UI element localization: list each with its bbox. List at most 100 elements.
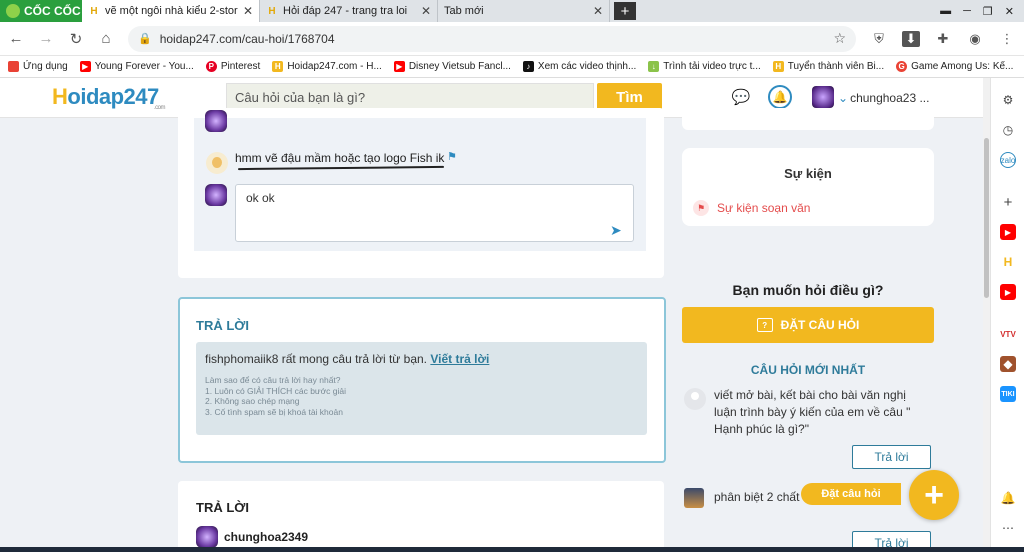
home-icon[interactable]: ⌂ [98, 30, 114, 47]
close-window-button[interactable]: ✕ [1005, 5, 1014, 18]
puzzle-extension-icon[interactable]: ✚ [934, 31, 952, 47]
close-tab-icon[interactable]: ✕ [421, 4, 431, 18]
bookmark-item[interactable]: ♪ Xem các video thịnh... [522, 61, 637, 72]
page-scrollbar[interactable] [983, 78, 990, 552]
reload-icon[interactable]: ↻ [68, 30, 84, 48]
browser-tab-2[interactable]: H Hỏi đáp 247 - trang tra loi ✕ [260, 0, 438, 22]
bookmark-item[interactable]: H Hoidap247.com - H... [272, 61, 382, 72]
hoidap-icon[interactable]: H [1000, 254, 1016, 270]
flag-icon: ⚑ [693, 200, 709, 216]
scrollbar-thumb[interactable] [984, 138, 989, 298]
minimize-button[interactable]: ─ [963, 5, 971, 17]
youtube-icon[interactable]: ▶ [1000, 224, 1016, 240]
bookmark-apps[interactable]: Ứng dụng [8, 61, 68, 72]
add-sidebar-icon[interactable]: + [1000, 194, 1016, 211]
window-extra-button[interactable]: ▬ [940, 5, 951, 17]
answer-heading: TRẢ LỜI [196, 318, 249, 333]
bookmarks-bar: Ứng dụng ▶ Young Forever - You... P Pinter… [0, 56, 1024, 78]
send-icon[interactable]: ➤ [610, 222, 622, 239]
question-icon: ? [756, 318, 773, 332]
reply-button[interactable]: Trả lời [852, 445, 931, 469]
bell-icon[interactable]: 🔔 [1000, 490, 1016, 506]
commenter-avatar [205, 110, 227, 132]
web-page: Hoidap247 .com Câu hỏi của bạn là gì? Tì… [0, 78, 990, 552]
ask-question-button[interactable]: ? ĐẶT CÂU HỎI [682, 307, 934, 343]
maximize-button[interactable]: ❐ [983, 5, 993, 18]
bookmark-label: Tuyển thành viên Bi... [787, 61, 885, 72]
game-icon[interactable]: ◆ [1000, 356, 1016, 372]
new-questions-title: CÂU HỎI MỚI NHẤT [750, 363, 866, 377]
youtube-icon: ▶ [79, 61, 91, 72]
download-icon[interactable]: ⬇ [902, 30, 920, 47]
settings-gear-icon[interactable]: ⚙ [1000, 92, 1016, 108]
chat-icon[interactable]: 💬 [731, 88, 751, 108]
browser-tab-3[interactable]: Tab mới ✕ [438, 0, 610, 22]
more-icon[interactable]: ⋯ [1000, 520, 1016, 536]
answerer-avatar [196, 526, 218, 548]
username: chunghoa23 ... [850, 91, 930, 105]
url-text: hoidap247.com/cau-hoi/1768704 [159, 31, 335, 46]
tips-title: Làm sao để có câu trả lời hay nhất? [205, 375, 341, 385]
event-item[interactable]: ⚑ Sự kiện soạn văn [693, 200, 810, 216]
close-tab-icon[interactable]: ✕ [593, 4, 603, 18]
address-toolbar: ← → ↻ ⌂ 🔒 hoidap247.com/cau-hoi/1768704 … [0, 22, 1024, 56]
my-avatar [205, 184, 227, 206]
ask-button-label: ĐẶT CÂU HỎI [780, 318, 860, 332]
user-menu[interactable]: ⌄ chunghoa23 ... [838, 91, 929, 105]
bookmark-label: Trình tải video trực t... [663, 61, 761, 72]
logo-domain: .com [154, 105, 166, 111]
user-avatar[interactable] [812, 86, 834, 108]
report-flag-icon[interactable]: ⚑ [447, 150, 457, 163]
bookmark-label: Hoidap247.com - H... [287, 61, 382, 72]
answerer-name[interactable]: chunghoa2349 [224, 530, 308, 544]
bookmark-star-icon[interactable]: ☆ [833, 30, 846, 47]
bookmark-item[interactable]: G Game Among Us: Kế... [896, 61, 1013, 72]
browser-sidebar: ⚙ ◷ zalo + ▶ H ▶ VTV ◆ TIKI 🔔 ⋯ [990, 78, 1024, 552]
coccoc-logo-icon [6, 4, 20, 18]
prompt-text: fishphomaiik8 rất mong câu trả lời từ bạ… [205, 352, 428, 366]
more-menu-icon[interactable]: ⋮ [998, 31, 1016, 47]
bookmark-item[interactable]: ↓ Trình tải video trực t... [648, 61, 761, 72]
notification-bell-icon[interactable]: 🔔 [768, 85, 792, 109]
write-answer-link[interactable]: Viết trả lời [430, 352, 489, 366]
tab-title: Tab mới [444, 5, 484, 17]
bookmark-label: Pinterest [220, 61, 261, 72]
youtube-icon[interactable]: ▶ [1000, 284, 1016, 300]
commenter-avatar [206, 152, 228, 174]
browser-tab-bar: CỐC CỐC H vẽ một ngôi nhà kiểu 2-store ✕… [0, 0, 1024, 22]
comment-text: hmm vẽ đậu mầm hoặc tạo logo Fish ik [235, 151, 445, 165]
new-tab-button[interactable]: + [614, 2, 636, 20]
site-logo[interactable]: Hoidap247 .com [52, 84, 166, 111]
bookmark-item[interactable]: H Tuyển thành viên Bi... [772, 61, 885, 72]
answer-prompt: fishphomaiik8 rất mong câu trả lời từ bạ… [205, 352, 489, 366]
tip-item: 2. Không sao chép mạng [205, 396, 300, 406]
pinterest-icon: P [205, 61, 217, 72]
apps-grid-icon [8, 61, 19, 72]
coccoc-menu-button[interactable]: CỐC CỐC [0, 0, 82, 22]
question-author-avatar [684, 488, 704, 508]
chevron-down-icon: ⌄ [838, 91, 849, 105]
question-text[interactable]: viết mở bài, kết bài cho bài văn nghị lu… [714, 387, 920, 438]
bookmark-item[interactable]: P Pinterest [205, 61, 261, 72]
zalo-icon[interactable]: zalo [1000, 152, 1016, 168]
back-arrow-icon[interactable]: ← [8, 30, 24, 47]
sidebar-card-top [682, 108, 934, 130]
bookmark-item[interactable]: ▶ Disney Vietsub Fancl... [393, 61, 511, 72]
close-tab-icon[interactable]: ✕ [243, 4, 253, 18]
profile-avatar-icon[interactable]: ◉ [966, 31, 984, 47]
bookmark-label: Xem các video thịnh... [537, 61, 637, 72]
events-title: Sự kiện [784, 166, 832, 181]
history-icon[interactable]: ◷ [1000, 122, 1016, 138]
comment-reply-input[interactable]: ok ok [235, 184, 634, 242]
answer-heading: TRẢ LỜI [196, 500, 249, 515]
tiki-icon[interactable]: TIKI [1000, 386, 1016, 402]
url-bar[interactable]: 🔒 hoidap247.com/cau-hoi/1768704 ☆ [128, 25, 856, 52]
floating-ask-button[interactable]: + [909, 470, 959, 520]
ask-title: Bạn muốn hỏi điều gì? [732, 282, 884, 298]
vtv-icon[interactable]: VTV [1000, 326, 1016, 342]
shield-extension-icon[interactable]: ⛨ [870, 31, 888, 47]
bookmark-item[interactable]: ▶ Young Forever - You... [79, 61, 194, 72]
floating-ask-label[interactable]: Đặt câu hỏi [801, 483, 901, 505]
browser-tab-1[interactable]: H vẽ một ngôi nhà kiểu 2-store ✕ [82, 0, 260, 22]
forward-arrow-icon[interactable]: → [38, 30, 54, 47]
